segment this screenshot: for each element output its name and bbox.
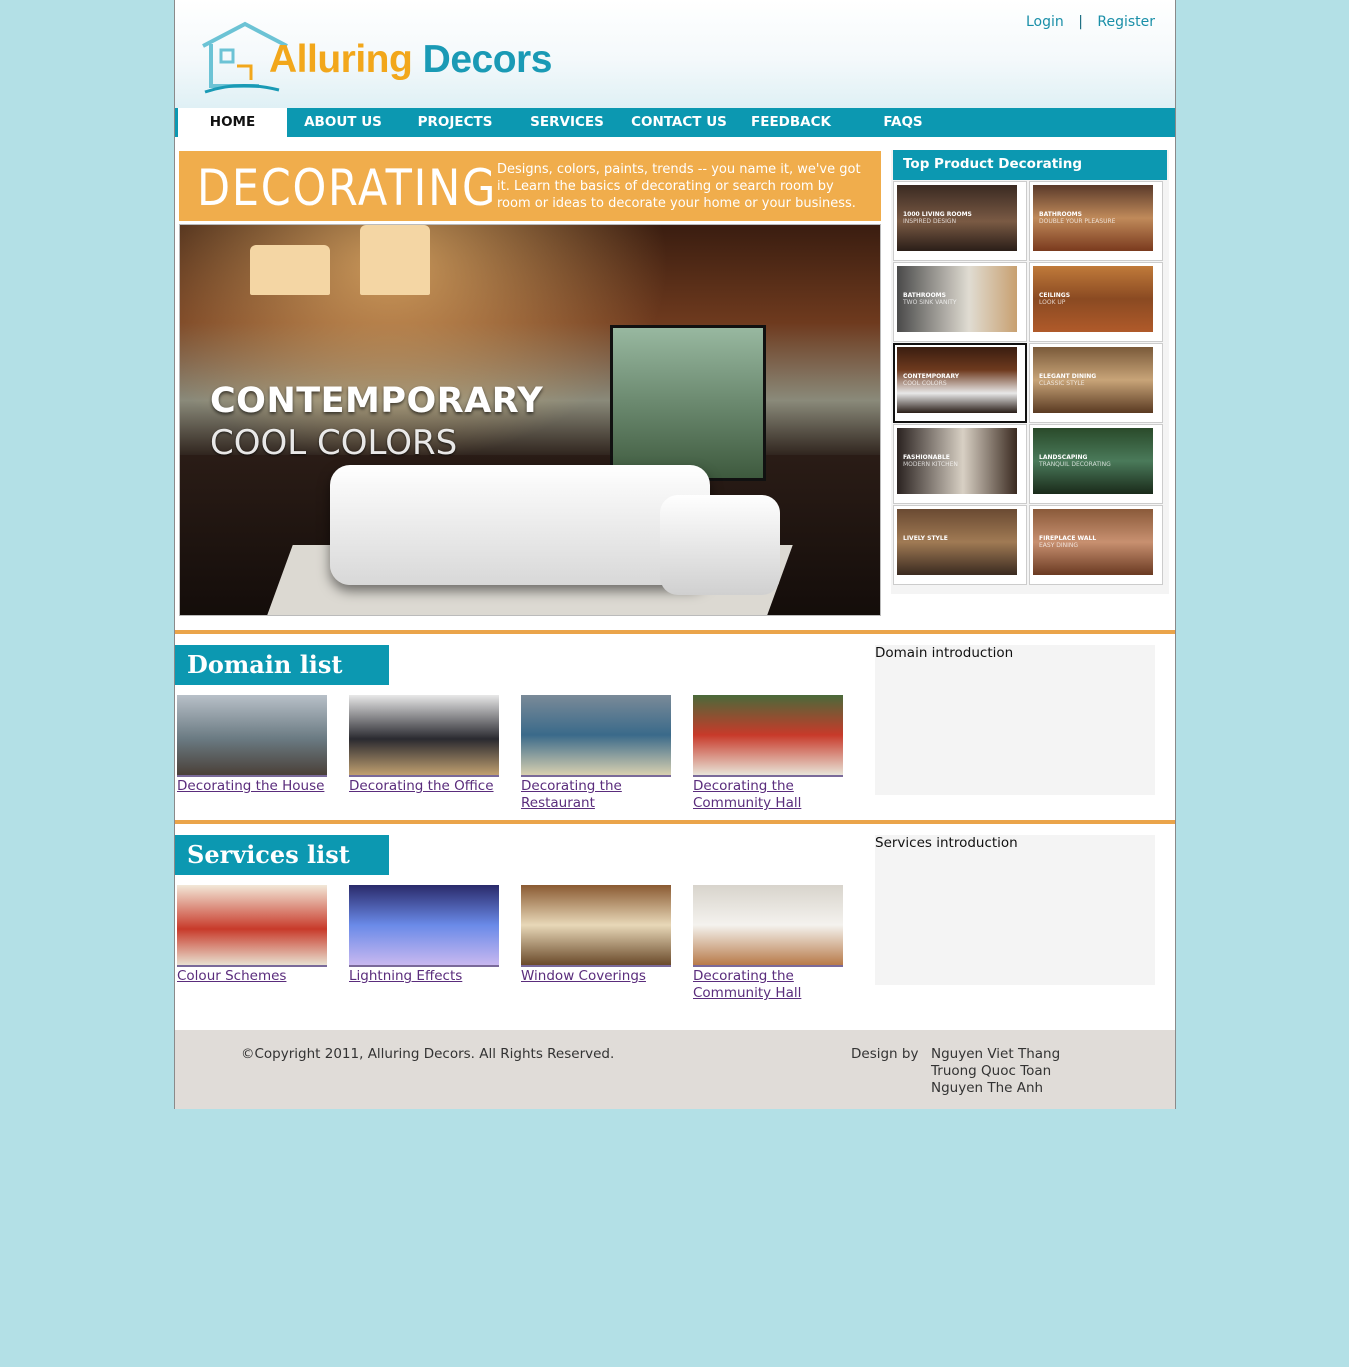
product-thumb-selected[interactable]: CONTEMPORARY COOL COLORS xyxy=(893,343,1027,423)
product-thumb[interactable]: 1000 LIVING ROOMS INSPIRED DESIGN xyxy=(893,181,1027,261)
hero-sofa xyxy=(330,465,710,585)
service-card[interactable]: Lightning Effects xyxy=(349,885,499,985)
domain-image[interactable] xyxy=(693,695,843,777)
decorating-banner: DECORATING Designs, colors, paints, tren… xyxy=(179,151,881,221)
thumb-caption: CONTEMPORARY xyxy=(903,373,960,380)
service-image[interactable] xyxy=(521,885,671,967)
section-divider xyxy=(175,820,1175,824)
domain-link[interactable]: Decorating the Office xyxy=(349,778,499,795)
thumb-caption: LIVELY STYLE xyxy=(903,535,948,542)
sidebar-title: Top Product Decorating xyxy=(893,150,1167,180)
thumb-subcaption: DOUBLE YOUR PLEASURE xyxy=(1039,218,1116,225)
domain-card[interactable]: Decorating the Community Hall xyxy=(693,695,843,812)
domain-card[interactable]: Decorating the Restaurant xyxy=(521,695,671,812)
nav-about-us[interactable]: ABOUT US xyxy=(287,108,399,137)
service-image[interactable] xyxy=(177,885,327,967)
services-introduction-panel: Services introduction xyxy=(875,835,1155,985)
product-thumb[interactable]: BATHROOMS TWO SINK VANITY xyxy=(893,262,1027,342)
product-thumb[interactable]: LIVELY STYLE xyxy=(893,505,1027,585)
thumb-subcaption: MODERN KITCHEN xyxy=(903,461,958,468)
service-image[interactable] xyxy=(693,885,843,967)
site-logo-text[interactable]: Alluring Decors xyxy=(269,40,552,79)
product-thumb[interactable]: CEILINGS LOOK UP xyxy=(1029,262,1163,342)
service-card[interactable]: Decorating the Community Hall xyxy=(693,885,843,1002)
auth-links: Login | Register xyxy=(1026,14,1155,30)
thumb-caption: 1000 LIVING ROOMS xyxy=(903,211,972,218)
nav-projects[interactable]: PROJECTS xyxy=(399,108,511,137)
page-container: Alluring Decors Login | Register HOME AB… xyxy=(174,0,1176,1109)
section-divider xyxy=(175,630,1175,634)
thumb-subcaption: CLASSIC STYLE xyxy=(1039,380,1085,387)
designer-name: Nguyen Viet Thang xyxy=(931,1046,1061,1062)
domain-card[interactable]: Decorating the House xyxy=(177,695,327,795)
thumb-caption: CEILINGS xyxy=(1039,292,1071,299)
domain-link[interactable]: Decorating the Community Hall xyxy=(693,778,843,812)
thumb-caption: LANDSCAPING xyxy=(1039,454,1088,461)
service-image[interactable] xyxy=(349,885,499,967)
product-thumb[interactable]: ELEGANT DINING CLASSIC STYLE xyxy=(1029,343,1163,423)
services-introduction-title: Services introduction xyxy=(875,835,1018,851)
banner-description: Designs, colors, paints, trends -- you n… xyxy=(497,162,861,211)
service-link[interactable]: Window Coverings xyxy=(521,968,671,985)
nav-feedback[interactable]: FEEDBACK xyxy=(735,108,847,137)
designer-name: Truong Quoc Toan xyxy=(931,1063,1052,1079)
service-card[interactable]: Colour Schemes xyxy=(177,885,327,985)
designer-list: Nguyen Viet Thang Truong Quoc Toan Nguye… xyxy=(931,1046,1060,1097)
domain-introduction-panel: Domain introduction xyxy=(875,645,1155,795)
designer-name: Nguyen The Anh xyxy=(931,1080,1044,1096)
domain-card[interactable]: Decorating the Office xyxy=(349,695,499,795)
domain-list-title: Domain list xyxy=(175,645,389,685)
domain-introduction-title: Domain introduction xyxy=(875,645,1014,661)
logo-text-part1: Alluring xyxy=(269,38,423,81)
service-link[interactable]: Decorating the Community Hall xyxy=(693,968,843,1002)
hero-lamp xyxy=(250,245,330,295)
thumb-subcaption: LOOK UP xyxy=(1039,299,1066,306)
main-nav: HOME ABOUT US PROJECTS SERVICES CONTACT … xyxy=(175,108,1175,137)
product-thumb[interactable]: FIREPLACE WALL EASY DINING xyxy=(1029,505,1163,585)
auth-separator: | xyxy=(1078,14,1083,30)
service-card[interactable]: Window Coverings xyxy=(521,885,671,985)
nav-home[interactable]: HOME xyxy=(175,108,287,137)
domain-image[interactable] xyxy=(521,695,671,777)
site-header: Alluring Decors Login | Register xyxy=(175,0,1175,108)
hero-subtitle: COOL COLORS xyxy=(210,423,458,463)
domain-image[interactable] xyxy=(349,695,499,777)
hero-image[interactable]: CONTEMPORARY COOL COLORS xyxy=(179,224,881,616)
login-link[interactable]: Login xyxy=(1026,14,1064,30)
service-link[interactable]: Colour Schemes xyxy=(177,968,327,985)
hero-window xyxy=(610,325,766,481)
top-product-sidebar: Top Product Decorating 1000 LIVING ROOMS… xyxy=(891,150,1169,594)
thumb-subcaption: COOL COLORS xyxy=(903,380,947,387)
thumb-subcaption: INSPIRED DESIGN xyxy=(903,218,957,225)
product-thumb[interactable]: FASHIONABLE MODERN KITCHEN xyxy=(893,424,1027,504)
design-by-label: Design by xyxy=(851,1046,919,1062)
nav-contact-us[interactable]: CONTACT US xyxy=(623,108,735,137)
thumb-caption: FIREPLACE WALL xyxy=(1039,535,1097,542)
product-thumb[interactable]: LANDSCAPING TRANQUIL DECORATING xyxy=(1029,424,1163,504)
thumb-caption: BATHROOMS xyxy=(1039,211,1082,218)
hero-chair xyxy=(660,495,780,595)
domain-image[interactable] xyxy=(177,695,327,777)
copyright-text: ©Copyright 2011, Alluring Decors. All Ri… xyxy=(241,1046,615,1062)
thumb-subcaption: TWO SINK VANITY xyxy=(903,299,957,306)
thumb-caption: ELEGANT DINING xyxy=(1039,373,1097,380)
thumb-subcaption: EASY DINING xyxy=(1039,542,1079,549)
hero-lamp xyxy=(360,225,430,295)
site-footer: ©Copyright 2011, Alluring Decors. All Ri… xyxy=(175,1030,1175,1109)
nav-faqs[interactable]: FAQS xyxy=(847,108,959,137)
register-link[interactable]: Register xyxy=(1097,14,1155,30)
service-link[interactable]: Lightning Effects xyxy=(349,968,499,985)
hero-title: CONTEMPORARY xyxy=(210,381,544,421)
banner-title: DECORATING xyxy=(197,159,498,217)
thumb-caption: FASHIONABLE xyxy=(903,454,950,461)
thumb-caption: BATHROOMS xyxy=(903,292,946,299)
product-thumb[interactable]: BATHROOMS DOUBLE YOUR PLEASURE xyxy=(1029,181,1163,261)
thumb-subcaption: TRANQUIL DECORATING xyxy=(1039,461,1111,468)
nav-services[interactable]: SERVICES xyxy=(511,108,623,137)
logo-text-part2: Decors xyxy=(422,38,553,81)
domain-link[interactable]: Decorating the House xyxy=(177,778,327,795)
services-list-title: Services list xyxy=(175,835,389,875)
domain-link[interactable]: Decorating the Restaurant xyxy=(521,778,671,812)
